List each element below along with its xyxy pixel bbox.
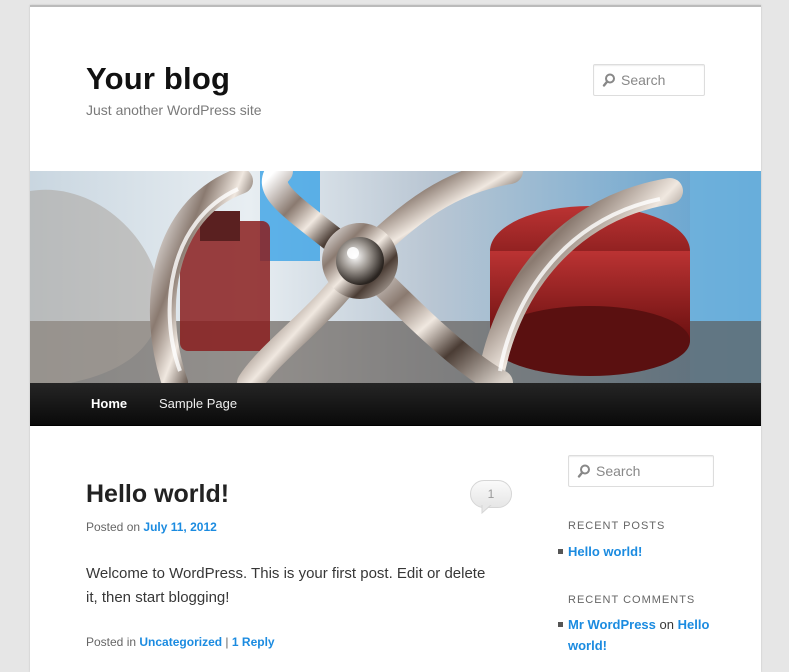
list-item: Hello world!	[558, 541, 642, 562]
post-title[interactable]: Hello world!	[86, 480, 229, 509]
header-banner-image	[30, 171, 761, 383]
post-footer-meta: Posted in Uncategorized | 1 Reply	[86, 635, 275, 649]
category-link[interactable]: Uncategorized	[139, 635, 222, 649]
post-meta-date: Posted on July 11, 2012	[86, 520, 217, 534]
nav-item-home[interactable]: Home	[91, 396, 127, 411]
comment-bubble-tail-icon	[481, 504, 493, 514]
bullet-icon	[558, 549, 563, 554]
site-description: Just another WordPress site	[86, 102, 262, 118]
posted-on-label: Posted on	[86, 520, 141, 534]
recent-posts-heading: RECENT POSTS	[568, 520, 666, 532]
header-search-input[interactable]	[621, 70, 699, 90]
sidebar-search-input[interactable]	[596, 461, 701, 481]
post-date-link[interactable]: July 11, 2012	[143, 520, 216, 534]
recent-posts-list: Hello world!	[558, 541, 642, 562]
page: Your blog Just another WordPress site Se…	[30, 5, 761, 672]
main-navigation: Home Sample Page	[30, 383, 761, 426]
comment-on-label: on	[659, 617, 674, 632]
list-item: Mr WordPress on Hello world!	[558, 614, 718, 656]
recent-comments-heading: RECENT COMMENTS	[568, 594, 696, 606]
search-icon	[577, 464, 591, 483]
header-search-box[interactable]	[593, 64, 705, 96]
recent-post-link[interactable]: Hello world!	[568, 544, 642, 559]
search-icon	[602, 73, 616, 92]
site-title[interactable]: Your blog	[86, 61, 230, 97]
recent-comments-list: Mr WordPress on Hello world!	[558, 614, 718, 656]
comment-author-link[interactable]: Mr WordPress	[568, 617, 656, 632]
bullet-icon	[558, 622, 563, 627]
nav-item-sample-page[interactable]: Sample Page	[159, 396, 237, 411]
reply-link[interactable]: 1 Reply	[232, 635, 275, 649]
post-content: Welcome to WordPress. This is your first…	[86, 565, 486, 606]
meta-separator: |	[225, 635, 229, 649]
sidebar-search-box[interactable]	[568, 455, 714, 487]
posted-in-label: Posted in	[86, 635, 137, 649]
